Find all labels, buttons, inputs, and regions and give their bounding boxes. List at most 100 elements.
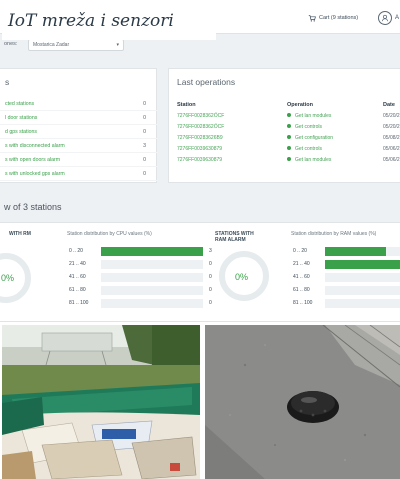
ram-alarm-title: STATIONS WITH RAM ALARM: [215, 231, 254, 243]
date-cell: 05/08/2: [383, 134, 400, 141]
operations-table: Station Operation Date 7276FF0028362ÖCF G…: [177, 99, 400, 165]
distribution-range: 0 .. 20: [293, 248, 307, 254]
pavement-sensor-photo: [205, 325, 400, 479]
table-row[interactable]: 7276FF0028362ÖCF Get lan modules 05/20/2: [177, 110, 400, 121]
pavement-sensor-image: [205, 325, 400, 479]
user-menu-button[interactable]: A: [378, 8, 399, 28]
user-avatar-icon: [378, 11, 392, 25]
distribution-range: 61 .. 80: [293, 287, 310, 293]
cpu-alarm-gauge-value: 0%: [1, 273, 15, 283]
status-dot-icon: [287, 135, 291, 140]
distribution-range: 41 .. 60: [293, 274, 310, 280]
alarm-count: 0: [143, 170, 146, 177]
waste-container-image: [2, 325, 200, 479]
alarm-label: l door stations: [5, 114, 38, 121]
station-cell[interactable]: 7276FF00283626B9: [177, 132, 287, 143]
alarm-count: 3: [143, 142, 146, 149]
distribution-bar: [325, 259, 400, 269]
distribution-count: 3: [209, 248, 212, 254]
distribution-range: 21 .. 40: [69, 261, 86, 267]
table-row[interactable]: 7276FF00283626B9 Get configuration 05/08/2: [177, 132, 400, 143]
distribution-range: 21 .. 40: [293, 261, 310, 267]
distribution-row: 21 .. 40: [293, 258, 400, 270]
operation-text: Get configuration: [295, 134, 334, 141]
distribution-bar-track: [325, 259, 400, 269]
operation-cell: Get controls: [287, 121, 383, 132]
alarm-row[interactable]: d gps stations 0: [0, 125, 158, 139]
alarm-count: 0: [143, 100, 146, 107]
last-operations-title: Last operations: [177, 77, 236, 87]
distribution-range: 61 .. 80: [69, 287, 86, 293]
distribution-bar-track: [101, 272, 203, 282]
alarm-label: cted stations: [5, 100, 35, 107]
filter-label: ones:: [4, 41, 18, 47]
slide-title: IoT mreža i senzori: [2, 2, 216, 40]
date-column-header[interactable]: Date: [383, 99, 400, 110]
ram-distribution-title: Station distribution by RAM values (%): [291, 231, 377, 237]
user-label: A: [395, 15, 400, 21]
station-cell[interactable]: 7276FF0039630879: [177, 143, 287, 154]
alarms-list: cted stations 0 l door stations 0 d gps stat…: [0, 97, 158, 181]
distribution-row: 81 .. 100: [293, 297, 400, 309]
date-cell: 05/20/2: [383, 112, 400, 119]
distribution-row: 61 .. 80 0: [69, 284, 212, 296]
operation-text: Get lan modules: [295, 156, 332, 163]
distribution-range: 0 .. 20: [69, 248, 83, 254]
operation-text: Get controls: [295, 145, 322, 152]
zone-select-value: Mostarica Zadar: [33, 42, 70, 48]
ram-alarm-gauge-value: 0%: [235, 272, 249, 282]
station-column-header[interactable]: Station: [177, 99, 287, 110]
alarm-label: s with unlocked gps alarm: [5, 170, 65, 177]
cart-icon: [308, 15, 316, 22]
distribution-row: 41 .. 60 0: [69, 271, 212, 283]
distribution-bar-track: [325, 285, 400, 295]
alarm-label: d gps stations: [5, 128, 38, 135]
cart-button[interactable]: Cart (9 stations): [308, 10, 358, 26]
table-row[interactable]: 7276FF0039630879 Get controls 05/06/2: [177, 143, 400, 154]
alarms-card-title: s: [5, 77, 10, 87]
table-row[interactable]: 7276FF0039630879 Get lan modules 05/06/2: [177, 154, 400, 165]
table-row[interactable]: 7276FF0028362ÖCF Get controls 05/20/2: [177, 121, 400, 132]
station-cell[interactable]: 7276FF0028362ÖCF: [177, 121, 287, 132]
station-cell[interactable]: 7276FF0028362ÖCF: [177, 110, 287, 121]
alarm-row[interactable]: s with disconnected alarm 3: [0, 139, 158, 153]
zone-select[interactable]: Mostarica Zadar ▾: [28, 39, 124, 51]
cart-label: Cart (9 stations): [319, 15, 359, 21]
alarm-row[interactable]: l door stations 0: [0, 111, 158, 125]
distribution-count: 0: [209, 287, 212, 293]
date-cell: 05/20/2: [383, 123, 400, 130]
alarm-label: s with disconnected alarm: [5, 142, 65, 149]
distribution-bar-track: [101, 285, 203, 295]
alarm-count: 0: [143, 156, 146, 163]
status-dot-icon: [287, 113, 291, 118]
alarm-row[interactable]: s with open doors alarm 0: [0, 153, 158, 167]
distribution-bar-track: [101, 246, 203, 256]
cpu-distribution-title: Station distribution by CPU values (%): [67, 231, 152, 237]
alarms-card: s cted stations 0 l door stations 0 d gps st…: [0, 68, 158, 183]
status-dot-icon: [287, 146, 291, 151]
chevron-down-icon: ▾: [116, 42, 119, 48]
date-cell: 05/06/2: [383, 145, 400, 152]
alarm-row[interactable]: s with unlocked gps alarm 0: [0, 167, 158, 181]
distribution-range: 81 .. 100: [293, 300, 313, 306]
distribution-card: WITH RM 0% Station distribution by CPU v…: [0, 222, 400, 322]
operations-table-header: Station Operation Date: [177, 99, 400, 110]
station-cell[interactable]: 7276FF0039630879: [177, 154, 287, 165]
distribution-row: 0 .. 20: [293, 245, 400, 257]
operations-table-body: 7276FF0028362ÖCF Get lan modules 05/20/2 72…: [177, 110, 400, 165]
distribution-row: 21 .. 40 0: [69, 258, 212, 270]
operation-column-header[interactable]: Operation: [287, 99, 383, 110]
operation-text: Get controls: [295, 123, 322, 130]
distribution-bar-track: [325, 272, 400, 282]
alarm-row[interactable]: cted stations 0: [0, 97, 158, 111]
alarm-count: 0: [143, 128, 146, 135]
distribution-bar: [101, 246, 203, 256]
distribution-count: 0: [209, 274, 212, 280]
date-cell: 05/06/2: [383, 156, 400, 163]
operation-cell: Get configuration: [287, 132, 383, 143]
waste-container-photo: [2, 325, 200, 479]
distribution-row: 61 .. 80: [293, 284, 400, 296]
operation-text: Get lan modules: [295, 112, 332, 119]
overview-title: w of 3 stations: [4, 202, 62, 212]
distribution-bar-track: [325, 298, 400, 308]
